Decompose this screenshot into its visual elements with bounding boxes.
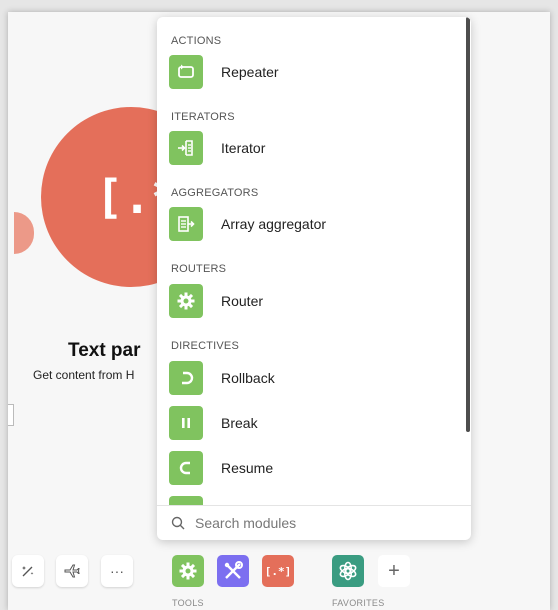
module-item-partial[interactable] bbox=[169, 496, 459, 505]
search-icon bbox=[171, 516, 185, 530]
module-item-iterator[interactable]: Iterator bbox=[169, 131, 459, 165]
repeater-icon bbox=[169, 55, 203, 89]
openai-knot-icon bbox=[339, 561, 357, 581]
explain-flow-button[interactable] bbox=[56, 555, 88, 587]
tools-label: TOOLS bbox=[172, 598, 204, 608]
panel-scrollbar[interactable] bbox=[466, 17, 470, 432]
module-item-label: Break bbox=[221, 415, 258, 431]
section-label-directives: DIRECTIVES bbox=[171, 340, 240, 352]
module-item-break[interactable]: Break bbox=[169, 406, 459, 440]
module-title: Text par bbox=[68, 340, 141, 361]
magic-wand-icon bbox=[22, 566, 34, 577]
module-item-router[interactable]: Router bbox=[169, 284, 459, 318]
module-item-resume[interactable]: Resume bbox=[169, 451, 459, 485]
tools-button[interactable] bbox=[172, 555, 204, 587]
array-aggregator-icon bbox=[169, 207, 203, 241]
partial-module-icon bbox=[169, 496, 203, 505]
module-item-label: Rollback bbox=[221, 370, 275, 386]
module-item-label: Array aggregator bbox=[221, 216, 327, 232]
airplane-icon bbox=[64, 564, 80, 578]
plus-icon: + bbox=[388, 559, 400, 582]
text-parser-button[interactable]: [.*] bbox=[262, 555, 294, 587]
tools-dropdown-panel: ACTIONS Repeater ITERATORS Iterator AGGR… bbox=[157, 17, 471, 540]
search-bar bbox=[157, 505, 471, 540]
module-item-array-aggregator[interactable]: Array aggregator bbox=[169, 207, 459, 241]
wrench-screwdriver-icon bbox=[224, 561, 243, 579]
module-item-label: Repeater bbox=[221, 64, 279, 80]
iterator-icon bbox=[169, 131, 203, 165]
module-subtitle: Get content from H bbox=[33, 368, 135, 382]
favorites-label: FAVORITES bbox=[332, 598, 385, 608]
module-item-rollback[interactable]: Rollback bbox=[169, 361, 459, 395]
section-label-aggregators: AGGREGATORS bbox=[171, 187, 259, 199]
section-label-routers: ROUTERS bbox=[171, 263, 227, 275]
section-label-iterators: ITERATORS bbox=[171, 111, 235, 123]
resume-icon bbox=[169, 451, 203, 485]
openai-favorite-button[interactable] bbox=[332, 555, 364, 587]
section-label-actions: ACTIONS bbox=[171, 35, 222, 47]
module-item-label: Resume bbox=[221, 460, 274, 476]
gear-icon bbox=[179, 562, 197, 580]
add-favorite-button[interactable]: + bbox=[378, 555, 410, 587]
router-gear-icon bbox=[169, 284, 203, 318]
module-list: ACTIONS Repeater ITERATORS Iterator AGGR… bbox=[157, 17, 471, 505]
rollback-icon bbox=[169, 361, 203, 395]
text-parser-icon: [.*] bbox=[264, 564, 292, 578]
bottom-toolbar: ··· TOOLS [.*] FAVORITES + bbox=[8, 552, 550, 610]
search-modules-input[interactable] bbox=[195, 515, 445, 531]
pause-icon bbox=[169, 406, 203, 440]
more-options-button[interactable]: ··· bbox=[101, 555, 133, 587]
flow-control-button[interactable] bbox=[217, 555, 249, 587]
module-side-handle[interactable] bbox=[8, 404, 14, 426]
module-item-label: Router bbox=[221, 293, 264, 309]
module-item-label: Iterator bbox=[221, 140, 266, 156]
module-connector-left bbox=[14, 212, 34, 254]
module-item-repeater[interactable]: Repeater bbox=[169, 55, 459, 89]
ellipsis-icon: ··· bbox=[110, 563, 124, 579]
auto-align-button[interactable] bbox=[12, 555, 44, 587]
